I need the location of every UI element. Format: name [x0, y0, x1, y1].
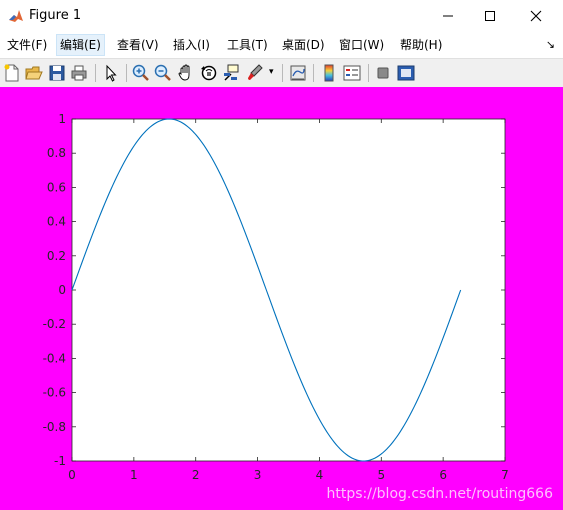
- close-button[interactable]: [513, 0, 559, 32]
- y-tick-label: -1: [54, 454, 66, 468]
- y-tick-label: 0.6: [47, 180, 66, 194]
- brush-icon[interactable]: [245, 63, 265, 83]
- show-plot-tools-icon[interactable]: [396, 63, 416, 83]
- y-tick-label: 1: [58, 112, 66, 126]
- menu-insert[interactable]: 插入(I): [170, 35, 213, 55]
- x-tick-label: 2: [192, 468, 200, 482]
- menu-help[interactable]: 帮助(H): [397, 35, 445, 55]
- y-tick-label: 0.2: [47, 249, 66, 263]
- menu-view[interactable]: 查看(V): [114, 35, 162, 55]
- new-figure-icon[interactable]: [2, 63, 22, 83]
- close-icon: [530, 10, 542, 22]
- figure-toolbar: ▾: [0, 58, 563, 88]
- y-tick-label: -0.4: [43, 351, 66, 365]
- rotate-3d-icon[interactable]: [199, 63, 219, 83]
- x-tick-label: 4: [316, 468, 324, 482]
- menu-desktop[interactable]: 桌面(D): [279, 35, 328, 55]
- minimize-icon: [443, 15, 453, 17]
- data-cursor-icon[interactable]: [222, 63, 242, 83]
- open-file-icon[interactable]: [24, 63, 44, 83]
- watermark-text: https://blog.csdn.net/routing666: [326, 486, 553, 502]
- brush-dropdown-icon[interactable]: ▾: [269, 67, 274, 77]
- toolbar-separator: [126, 64, 127, 82]
- y-tick-label: 0: [58, 283, 66, 297]
- title-bar: Figure 1: [0, 0, 563, 32]
- insert-colorbar-icon[interactable]: [319, 63, 339, 83]
- select-arrow-icon[interactable]: [101, 63, 121, 83]
- maximize-button[interactable]: [467, 0, 513, 32]
- toolbar-separator: [282, 64, 283, 82]
- menu-file[interactable]: 文件(F): [4, 35, 50, 55]
- menu-window[interactable]: 窗口(W): [336, 35, 387, 55]
- y-tick-label: -0.8: [43, 420, 66, 434]
- axes-box: [71, 118, 506, 462]
- toolbar-separator: [313, 64, 314, 82]
- x-tick-label: 5: [377, 468, 385, 482]
- print-icon[interactable]: [69, 63, 89, 83]
- maximize-icon: [485, 11, 495, 21]
- insert-legend-icon[interactable]: [342, 63, 362, 83]
- pan-hand-icon[interactable]: [176, 63, 196, 83]
- y-tick-label: -0.2: [43, 317, 66, 331]
- window-title: Figure 1: [29, 8, 82, 23]
- save-icon[interactable]: [47, 63, 67, 83]
- hide-plot-tools-icon[interactable]: [373, 63, 393, 83]
- y-tick-label: 0.4: [47, 215, 66, 229]
- dock-arrow-icon[interactable]: ↘: [546, 38, 555, 51]
- figure-canvas: 0 1 2 3 4 5 6 7 1 0.8 0.6 0.4 0.2 0 -0.2 -0.4 -0.6 -0.8 -1…: [0, 87, 563, 510]
- sine-plot: 0 1 2 3 4 5 6 7 1 0.8 0.6 0.4 0.2 0 -0.2 -0.4 -0.6 -0.8 -1: [43, 112, 509, 482]
- matlab-logo-icon: [8, 8, 24, 24]
- x-tick-label: 0: [68, 468, 76, 482]
- menu-tools[interactable]: 工具(T): [224, 35, 271, 55]
- x-tick-label: 1: [130, 468, 138, 482]
- menu-bar: 文件(F) 编辑(E) 查看(V) 插入(I) 工具(T) 桌面(D) 窗口(W…: [0, 32, 563, 58]
- menu-edit[interactable]: 编辑(E): [56, 34, 105, 56]
- x-tick-label: 3: [254, 468, 262, 482]
- zoom-in-icon[interactable]: [131, 63, 151, 83]
- x-tick-label: 7: [501, 468, 509, 482]
- x-tick-label: 6: [439, 468, 447, 482]
- link-plot-icon[interactable]: [288, 63, 308, 83]
- zoom-out-icon[interactable]: [153, 63, 173, 83]
- y-tick-label: 0.8: [47, 146, 66, 160]
- toolbar-separator: [95, 64, 96, 82]
- minimize-button[interactable]: [425, 0, 471, 32]
- toolbar-separator: [368, 64, 369, 82]
- y-tick-label: -0.6: [43, 386, 66, 400]
